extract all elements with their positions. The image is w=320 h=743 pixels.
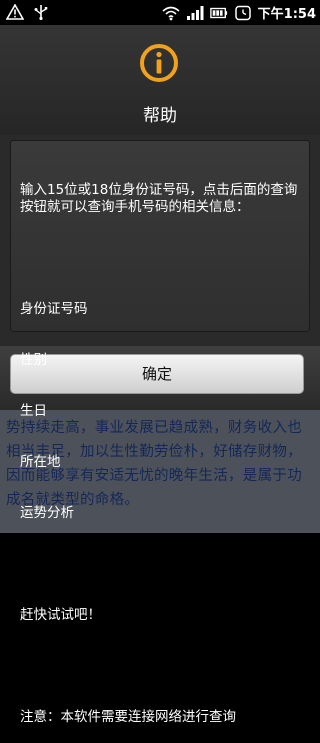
message-item: 性别 xyxy=(20,352,47,368)
message-item: 所在地 xyxy=(20,454,61,470)
message-note: 注意：本软件需要连接网络进行查询 xyxy=(20,709,236,725)
alarm-icon xyxy=(234,5,251,20)
message-cta: 赶快试试吧！ xyxy=(20,607,101,623)
dialog-header: 帮助 xyxy=(0,25,320,135)
message-intro: 输入15位或18位身份证号码，点击后面的查询按钮就可以查询手机号码的相关信息： xyxy=(20,182,298,215)
signal-icon xyxy=(186,5,204,20)
message-item: 身份证号码 xyxy=(20,301,88,317)
wifi-icon xyxy=(162,6,180,20)
battery-icon xyxy=(209,7,227,18)
dialog-title: 帮助 xyxy=(143,106,177,126)
info-icon xyxy=(140,44,178,82)
warning-icon xyxy=(6,4,24,20)
message-item: 生日 xyxy=(20,403,47,419)
usb-icon xyxy=(34,5,48,20)
status-bar: 下午1:54 xyxy=(0,0,320,25)
status-time: 下午1:54 xyxy=(257,7,316,22)
dialog-message: 输入15位或18位身份证号码，点击后面的查询按钮就可以查询手机号码的相关信息： … xyxy=(20,148,310,743)
message-item: 运势分析 xyxy=(20,505,74,521)
